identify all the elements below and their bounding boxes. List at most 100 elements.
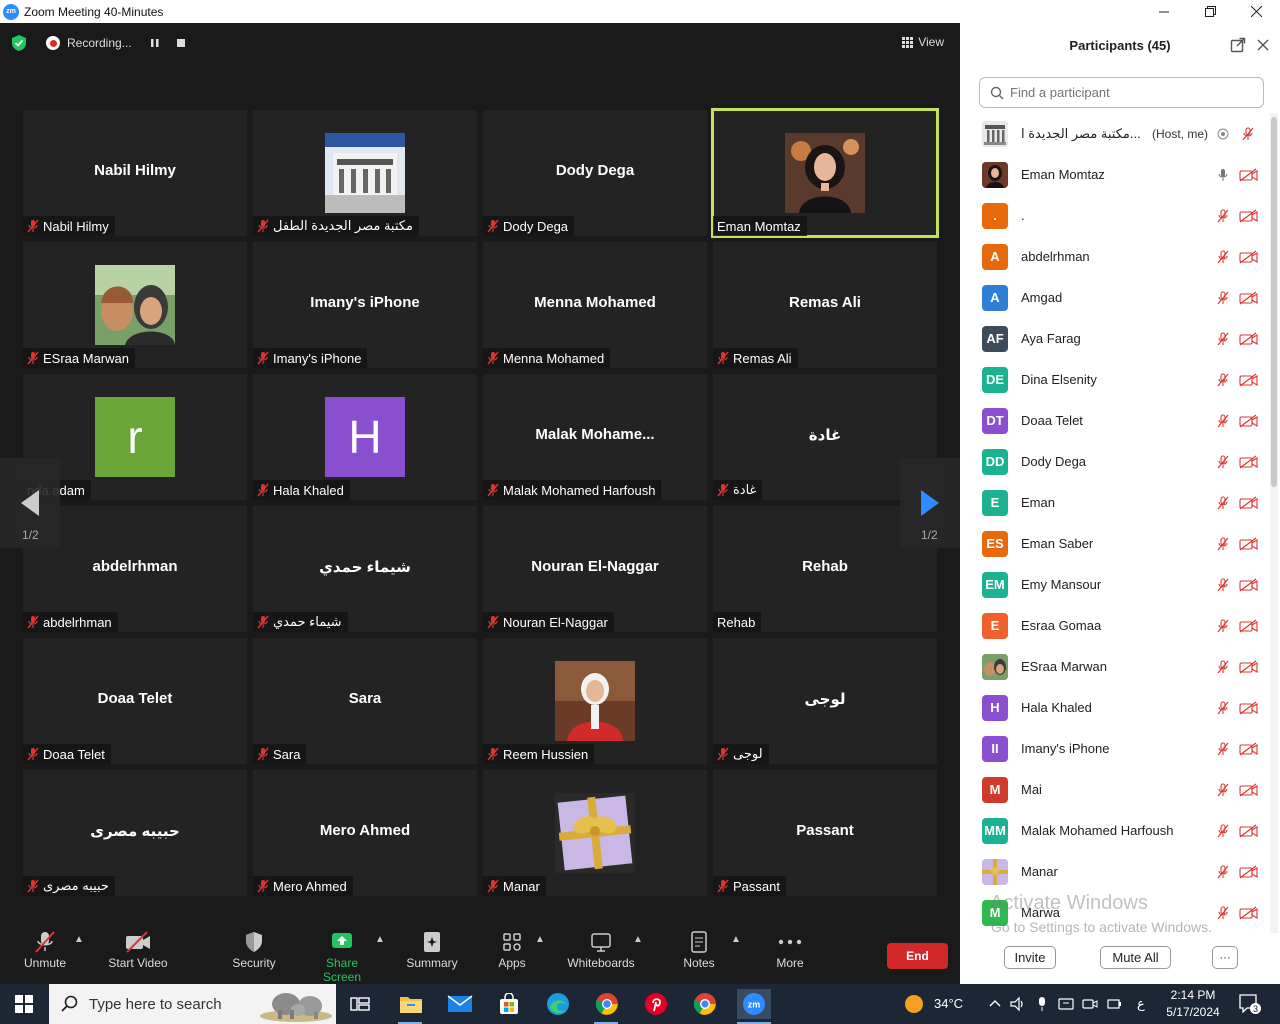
video-tile[interactable]: ESraa Marwan: [23, 242, 247, 368]
participant-row[interactable]: مكتبة مصر الجديدة ا... (Host, me): [960, 113, 1268, 154]
taskbar-search[interactable]: Type here to search: [49, 984, 336, 1024]
video-tile[interactable]: Nouran El-Naggar Nouran El-Naggar: [483, 506, 707, 632]
unmute-button[interactable]: Unmute: [22, 928, 68, 970]
participant-video-off-icon[interactable]: [1239, 824, 1259, 838]
participant-mic-muted-icon[interactable]: [1216, 577, 1230, 592]
network-icon[interactable]: [1058, 996, 1074, 1012]
participant-mic-on-icon[interactable]: [1216, 168, 1230, 182]
participant-row[interactable]: Aabdelrhman: [960, 236, 1268, 277]
battery-tray-icon[interactable]: [1106, 996, 1122, 1012]
video-tile[interactable]: Sara Sara: [253, 638, 477, 764]
participant-row[interactable]: AF Aya Farag: [960, 318, 1268, 359]
participant-video-off-icon[interactable]: [1239, 742, 1259, 756]
participant-video-off-icon[interactable]: [1239, 373, 1259, 387]
participant-video-off-icon[interactable]: [1239, 537, 1259, 551]
store-button[interactable]: [494, 989, 524, 1019]
participant-row[interactable]: EM Emy Mansour: [960, 564, 1268, 605]
participant-row[interactable]: II Imany's iPhone: [960, 728, 1268, 769]
participant-row[interactable]: DT Doaa Telet: [960, 400, 1268, 441]
mute-all-button[interactable]: Mute All: [1100, 946, 1171, 969]
participant-row[interactable]: A Amgad: [960, 277, 1268, 318]
participant-mic-muted-icon[interactable]: [1216, 372, 1230, 387]
scrollbar-thumb[interactable]: [1271, 117, 1277, 487]
participant-mic-muted-icon[interactable]: [1216, 741, 1230, 756]
participant-video-off-icon[interactable]: [1239, 906, 1259, 920]
video-tile[interactable]: Nabil Hilmy Nabil Hilmy: [23, 110, 247, 236]
participant-row[interactable]: DD Dody Dega: [960, 441, 1268, 482]
whiteboard-options-caret-icon[interactable]: ▲: [633, 934, 643, 945]
participant-video-off-icon[interactable]: [1239, 701, 1259, 715]
share-options-caret-icon[interactable]: ▲: [375, 934, 385, 945]
more-button[interactable]: More: [772, 928, 808, 970]
participant-mic-muted-icon[interactable]: [1216, 454, 1230, 469]
participant-mic-muted-icon[interactable]: [1216, 700, 1230, 715]
participant-mic-muted-icon[interactable]: [1216, 495, 1230, 510]
minimize-button[interactable]: [1141, 0, 1187, 23]
video-tile[interactable]: Manar: [483, 770, 707, 896]
participant-mic-muted-icon[interactable]: [1216, 290, 1230, 305]
participant-video-off-icon[interactable]: [1239, 291, 1259, 305]
close-window-button[interactable]: [1233, 0, 1279, 23]
participant-row[interactable]: E Eman: [960, 482, 1268, 523]
participant-row[interactable]: Eman Momtaz: [960, 154, 1268, 195]
video-tile[interactable]: مكتبة مصر الجديدة الطفل: [253, 110, 477, 236]
restore-button[interactable]: [1187, 0, 1233, 23]
file-explorer-button[interactable]: [396, 989, 426, 1019]
video-tile[interactable]: Passant Passant: [713, 770, 937, 896]
participant-mic-muted-icon[interactable]: [1216, 618, 1230, 633]
participant-search[interactable]: [979, 77, 1264, 108]
participant-video-off-icon[interactable]: [1239, 619, 1259, 633]
participant-row[interactable]: DE Dina Elsenity: [960, 359, 1268, 400]
notification-center-button[interactable]: 3: [1238, 993, 1261, 1015]
weather-sun-icon[interactable]: [904, 994, 924, 1014]
panel-more-button[interactable]: ···: [1212, 946, 1238, 969]
participant-video-off-icon[interactable]: [1239, 455, 1259, 469]
video-tile[interactable]: Imany's iPhone Imany's iPhone: [253, 242, 477, 368]
view-button[interactable]: View: [902, 35, 944, 49]
mail-button[interactable]: [445, 989, 475, 1019]
invite-button[interactable]: Invite: [1004, 946, 1056, 969]
pause-recording-icon[interactable]: [150, 38, 160, 48]
video-tile[interactable]: لوجى لوجى: [713, 638, 937, 764]
participant-video-off-icon[interactable]: [1239, 578, 1259, 592]
participant-mic-muted-icon[interactable]: [1216, 208, 1230, 223]
participant-mic-muted-icon[interactable]: [1216, 823, 1230, 838]
video-tile[interactable]: Malak Mohame... Malak Mohamed Harfoush: [483, 374, 707, 500]
camera-tray-icon[interactable]: [1082, 996, 1098, 1012]
notes-options-caret-icon[interactable]: ▲: [731, 934, 741, 945]
participant-list-scrollbar[interactable]: [1270, 113, 1278, 933]
video-tile[interactable]: Remas Ali Remas Ali: [713, 242, 937, 368]
participant-video-off-icon[interactable]: [1239, 250, 1259, 264]
start-video-button[interactable]: Start Video: [106, 928, 170, 970]
participant-video-off-icon[interactable]: [1239, 660, 1259, 674]
participant-row[interactable]: H Hala Khaled: [960, 687, 1268, 728]
share-screen-button[interactable]: Share Screen: [306, 928, 378, 984]
participant-row[interactable]: ..: [960, 195, 1268, 236]
participant-mic-muted-icon[interactable]: [1216, 659, 1230, 674]
task-view-button[interactable]: [345, 989, 375, 1019]
end-meeting-button[interactable]: End: [887, 943, 948, 969]
clock[interactable]: 2:14 PM 5/17/2024: [1166, 987, 1220, 1021]
chrome-button[interactable]: [592, 989, 622, 1019]
video-tile[interactable]: Eman Momtaz: [711, 108, 939, 238]
chrome-profile-button[interactable]: [690, 989, 720, 1019]
microphone-tray-icon[interactable]: [1036, 996, 1048, 1012]
start-button[interactable]: [9, 989, 39, 1019]
video-tile[interactable]: Dody Dega Dody Dega: [483, 110, 707, 236]
notes-button[interactable]: Notes: [680, 928, 718, 970]
participant-row[interactable]: E Esraa Gomaa: [960, 605, 1268, 646]
weather-temperature[interactable]: 34°C: [934, 996, 963, 1011]
stop-recording-icon[interactable]: [176, 38, 186, 48]
participant-mic-muted-icon[interactable]: [1216, 413, 1230, 428]
encryption-shield-icon[interactable]: [10, 34, 28, 52]
video-tile[interactable]: Menna Mohamed Menna Mohamed: [483, 242, 707, 368]
close-panel-icon[interactable]: [1256, 38, 1270, 52]
volume-icon[interactable]: [1010, 996, 1026, 1012]
input-language-indicator[interactable]: ع: [1137, 996, 1145, 1012]
video-tile[interactable]: حبيبه مصرى حبيبه مصرى: [23, 770, 247, 896]
participant-row[interactable]: ESraa Marwan: [960, 646, 1268, 687]
pinterest-button[interactable]: [641, 989, 671, 1019]
participant-mic-muted-icon[interactable]: [1216, 536, 1230, 551]
participant-row[interactable]: Manar: [960, 851, 1268, 892]
participant-row[interactable]: ES Eman Saber: [960, 523, 1268, 564]
